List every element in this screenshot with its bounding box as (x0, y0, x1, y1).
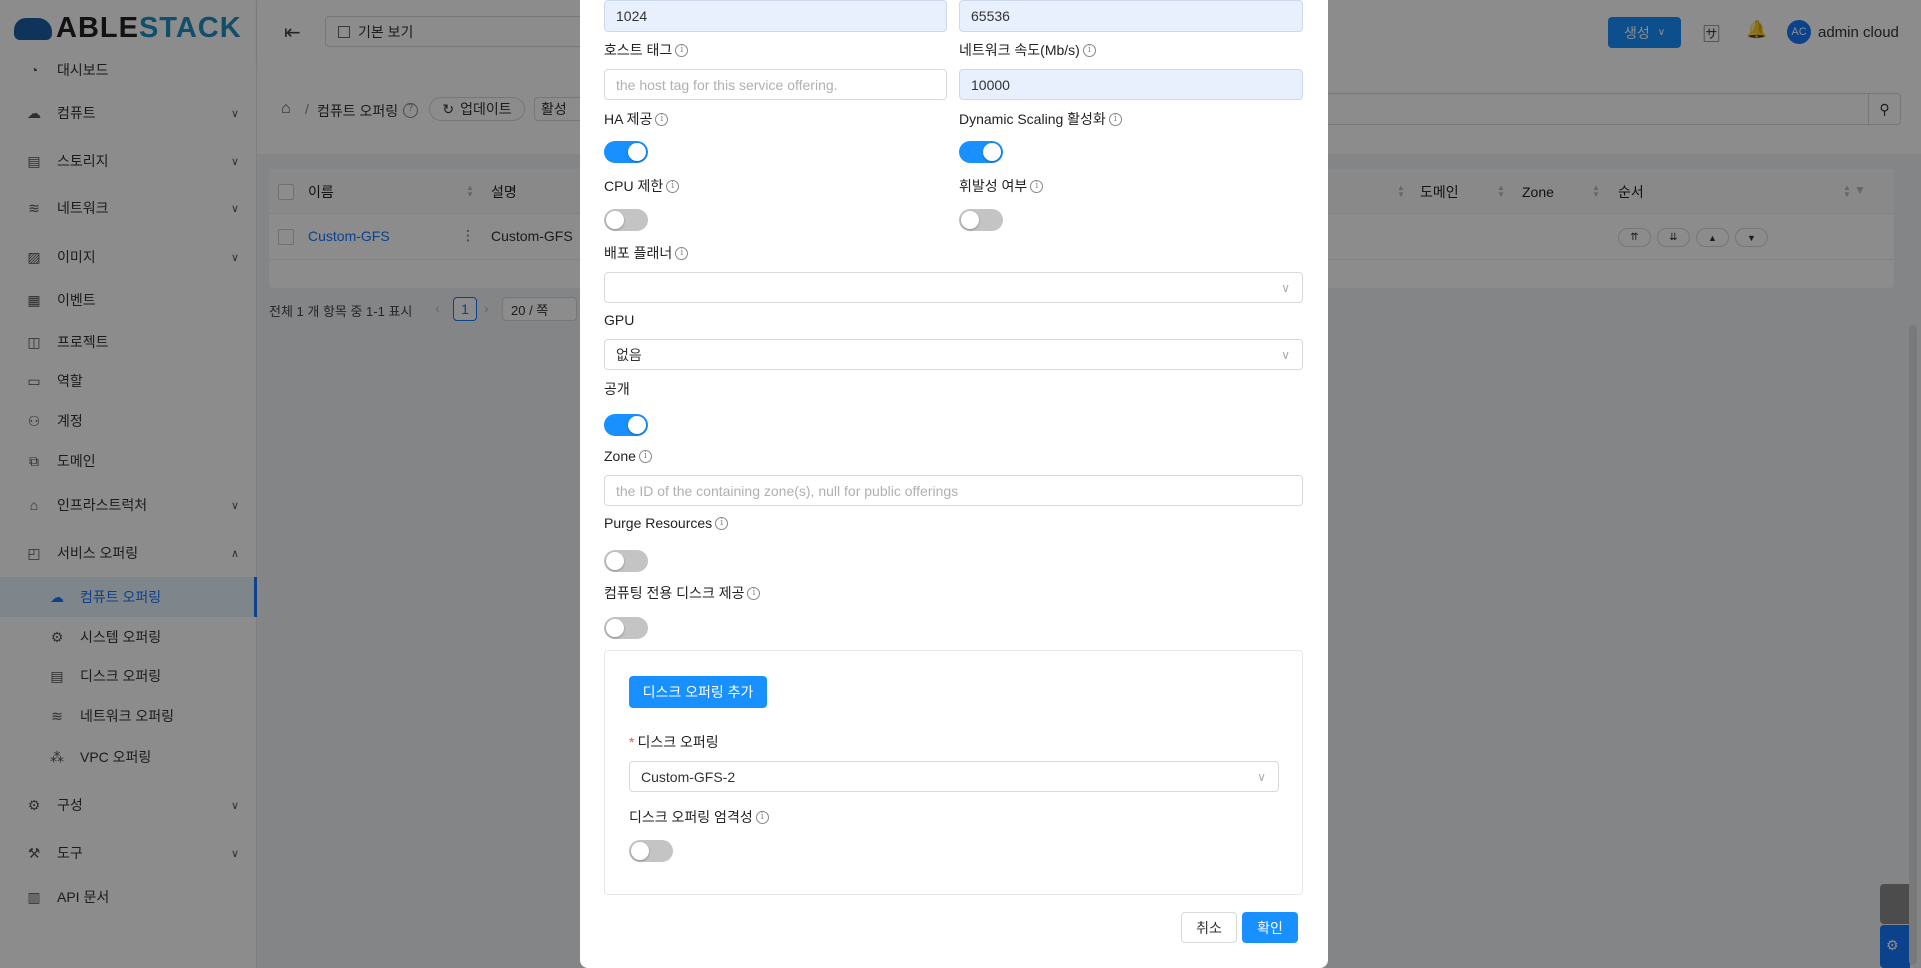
disk-strictness-toggle[interactable] (629, 840, 673, 862)
zone-input[interactable]: the ID of the containing zone(s), null f… (604, 475, 1303, 506)
disk-offering-label: 디스크 오퍼링 (637, 734, 719, 750)
info-icon[interactable]: i (666, 179, 680, 193)
top-right-input[interactable]: 65536 (959, 0, 1303, 32)
cpu-cap-label: CPU 제한 (604, 178, 664, 194)
deployment-planner-label: 배포 플래너 (604, 245, 673, 261)
info-icon[interactable]: i (655, 112, 669, 126)
dynamic-scaling-label: Dynamic Scaling 활성화 (959, 111, 1106, 127)
dynamic-scaling-toggle[interactable] (959, 141, 1003, 163)
purge-resources-label: Purge Resources (604, 515, 713, 531)
compute-offering-modal: 1024 65536 호스트 태그 i 네트워크 속도(Mb/s) i the ho… (580, 0, 1328, 968)
deployment-planner-select[interactable]: ∨ (604, 272, 1303, 303)
ha-toggle[interactable] (604, 141, 648, 163)
purge-resources-toggle[interactable] (604, 550, 648, 572)
host-tag-label: 호스트 태그 (604, 42, 673, 58)
disk-offering-select[interactable]: Custom-GFS-2 ∨ (629, 761, 1279, 792)
info-icon[interactable]: i (1108, 112, 1122, 126)
info-icon[interactable]: i (675, 43, 689, 57)
ha-label: HA 제공 (604, 111, 653, 127)
network-rate-input[interactable]: 10000 (959, 69, 1303, 100)
chevron-down-icon: ∨ (1281, 347, 1290, 362)
info-icon[interactable]: i (715, 516, 729, 530)
ok-button[interactable]: 확인 (1242, 912, 1298, 943)
volatile-toggle[interactable] (959, 209, 1003, 231)
host-tag-input[interactable]: the host tag for this service offering. (604, 69, 947, 100)
gpu-select[interactable]: 없음 ∨ (604, 339, 1303, 370)
network-rate-label: 네트워크 속도(Mb/s) (959, 42, 1080, 58)
public-toggle[interactable] (604, 414, 648, 436)
volatile-label: 휘발성 여부 (959, 178, 1028, 194)
info-icon[interactable]: i (747, 586, 761, 600)
dedicated-disk-toggle[interactable] (604, 617, 648, 639)
required-mark: * (629, 734, 635, 750)
info-icon[interactable]: i (675, 246, 689, 260)
chevron-down-icon: ∨ (1281, 280, 1290, 295)
info-icon[interactable]: i (638, 449, 652, 463)
zone-label: Zone (604, 448, 636, 464)
dedicated-disk-label: 컴퓨팅 전용 디스크 제공 (604, 585, 745, 601)
info-icon[interactable]: i (1082, 43, 1096, 57)
top-left-input[interactable]: 1024 (604, 0, 947, 32)
chevron-down-icon: ∨ (1257, 769, 1266, 784)
disk-offering-panel: 디스크 오퍼링 추가 * 디스크 오퍼링 Custom-GFS-2 ∨ 디스크 오퍼… (604, 650, 1303, 895)
cancel-button[interactable]: 취소 (1181, 912, 1237, 943)
public-label: 공개 (604, 381, 630, 397)
gpu-label: GPU (604, 312, 635, 328)
disk-strictness-label: 디스크 오퍼링 엄격성 (629, 809, 753, 825)
info-icon[interactable]: i (755, 810, 769, 824)
info-icon[interactable]: i (1030, 179, 1044, 193)
add-disk-offering-button[interactable]: 디스크 오퍼링 추가 (629, 676, 767, 708)
cpu-cap-toggle[interactable] (604, 209, 648, 231)
